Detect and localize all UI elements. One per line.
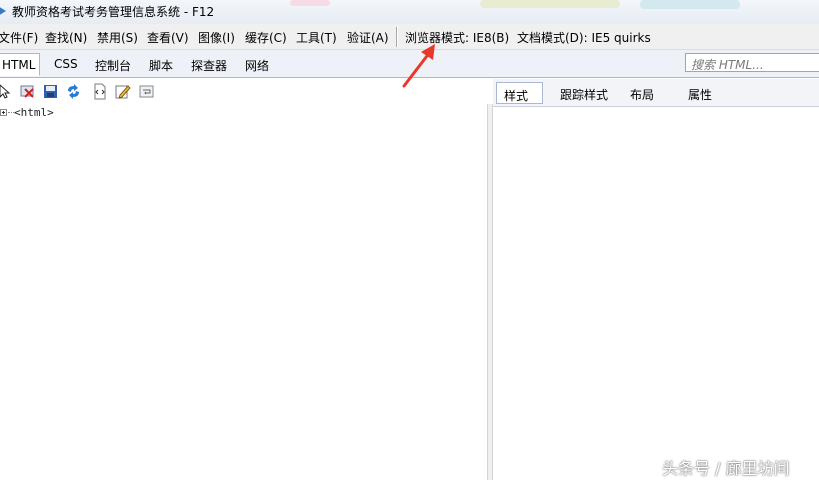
word-wrap-icon[interactable]	[138, 83, 155, 100]
tab-script[interactable]: 脚本	[149, 57, 173, 74]
clear-outline-icon[interactable]	[19, 83, 36, 100]
menu-cache[interactable]: 缓存(C)	[245, 29, 287, 46]
select-element-icon[interactable]	[0, 83, 14, 100]
pane-splitter[interactable]	[487, 104, 493, 480]
background-blur	[480, 0, 620, 8]
background-blur	[640, 0, 740, 9]
tab-console[interactable]: 控制台	[95, 57, 131, 74]
refresh-icon[interactable]	[65, 83, 82, 100]
document-mode-menu[interactable]: 文档模式(D): IE5 quirks	[517, 29, 651, 46]
annotation-arrow-icon	[402, 44, 435, 88]
expand-icon[interactable]	[0, 109, 7, 116]
menu-tools[interactable]: 工具(T)	[296, 29, 337, 46]
html-tag-node[interactable]: <html>	[14, 106, 54, 119]
menu-view[interactable]: 查看(V)	[147, 29, 189, 46]
tab-css[interactable]: CSS	[54, 57, 78, 71]
tab-network[interactable]: 网络	[245, 57, 269, 74]
tab-style[interactable]: 样式	[496, 82, 543, 104]
background-blur	[290, 0, 330, 6]
right-pane-tabs: 样式 跟踪样式 布局 属性	[493, 79, 819, 107]
menu-disable[interactable]: 禁用(S)	[97, 29, 138, 46]
watermark: 头条号 / 廊里坊间	[662, 459, 790, 478]
menu-find[interactable]: 查找(N)	[45, 29, 87, 46]
menu-file[interactable]: 文件(F)	[0, 29, 38, 46]
tab-html[interactable]: HTML	[0, 53, 41, 76]
search-placeholder: 搜索 HTML...	[691, 58, 764, 72]
tab-profiler[interactable]: 探查器	[191, 57, 227, 74]
view-source-icon[interactable]	[91, 83, 108, 100]
app-icon	[0, 7, 6, 15]
tab-trace-styles[interactable]: 跟踪样式	[560, 86, 608, 103]
menu-images[interactable]: 图像(I)	[198, 29, 235, 46]
save-icon[interactable]	[42, 83, 59, 100]
window-title: 教师资格考试考务管理信息系统 - F12	[12, 5, 215, 19]
edit-icon[interactable]	[114, 83, 131, 100]
tab-attributes[interactable]: 属性	[688, 86, 712, 103]
tab-layout[interactable]: 布局	[630, 86, 654, 103]
search-html-input[interactable]: 搜索 HTML...	[685, 53, 819, 72]
menu-validate[interactable]: 验证(A)	[347, 29, 389, 46]
title-bar: 教师资格考试考务管理信息系统 - F12	[0, 0, 819, 24]
